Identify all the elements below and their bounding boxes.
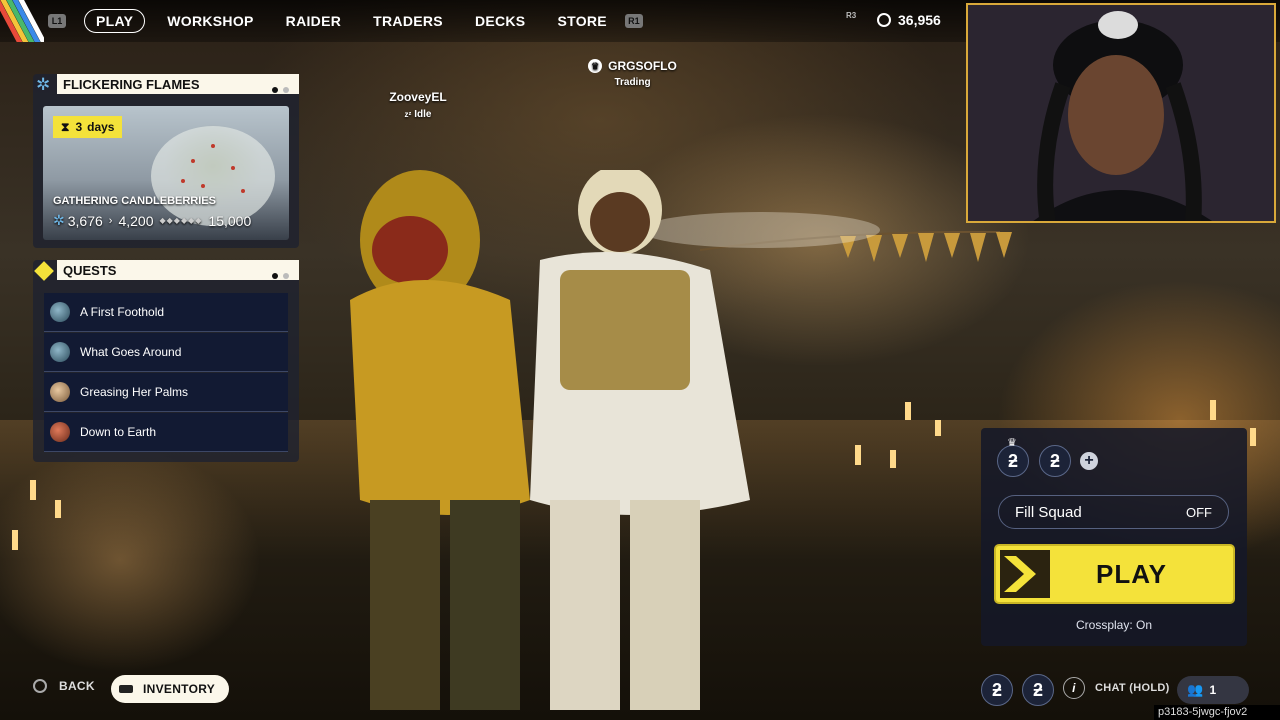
tab-workshop[interactable]: WORKSHOP xyxy=(167,13,253,29)
progress-current: 3,676 xyxy=(67,212,103,229)
tab-raider[interactable]: RAIDER xyxy=(286,13,341,29)
raider-emblem-icon: ƻ xyxy=(1049,450,1060,471)
days-count: 3 xyxy=(75,120,83,134)
raider-emblem-icon: ƻ xyxy=(1007,450,1018,471)
squad-member-slot[interactable]: ƻ xyxy=(1022,674,1054,706)
quest-item[interactable]: Greasing Her Palms xyxy=(44,373,288,412)
raider-emblem-icon: ƻ xyxy=(991,679,1002,700)
back-label: BACK xyxy=(59,679,95,693)
progress-max: 15,000 xyxy=(208,212,252,229)
quest-giver-avatar xyxy=(50,422,70,442)
crown-icon: ♛ xyxy=(1007,437,1017,449)
tab-store[interactable]: STORE xyxy=(557,13,606,29)
r3-button-hint: R3 xyxy=(846,11,857,20)
page-dots xyxy=(267,81,289,96)
fill-squad-label: Fill Squad xyxy=(1015,503,1082,521)
play-label: PLAY xyxy=(1096,558,1167,589)
event-title: FLICKERING FLAMES xyxy=(63,76,200,92)
progress-next: 4,200 xyxy=(118,212,154,229)
quest-item[interactable]: Down to Earth xyxy=(44,413,288,452)
squad-member-slot[interactable]: ƻ xyxy=(1039,445,1071,477)
player-status: Idle xyxy=(414,109,432,120)
raider-emblem-icon: ƻ xyxy=(1032,679,1043,700)
webcam-overlay xyxy=(966,3,1276,223)
gear-icon: ✲ xyxy=(36,75,51,94)
event-name: GATHERING CANDLEBERRIES xyxy=(53,195,216,207)
quest-giver-avatar xyxy=(50,302,70,322)
quest-giver-avatar xyxy=(50,342,70,362)
play-button[interactable]: PLAY xyxy=(996,546,1233,602)
tab-traders[interactable]: TRADERS xyxy=(373,13,443,29)
chevron-right-icon: › xyxy=(108,214,113,227)
back-button[interactable]: BACK xyxy=(33,679,95,693)
friends-count: 1 xyxy=(1209,683,1217,697)
l1-button-hint[interactable]: L1 xyxy=(48,14,66,28)
hourglass-icon: ⧗ xyxy=(61,119,70,134)
event-card[interactable]: ⧗ 3 days GATHERING CANDLEBERRIES ✲ 3,676… xyxy=(43,106,289,240)
quest-diamond-icon xyxy=(34,261,54,281)
inventory-button[interactable]: INVENTORY xyxy=(111,675,230,703)
tab-play[interactable]: PLAY xyxy=(84,9,146,33)
quests-panel: QUESTS A First Foothold What Goes Around… xyxy=(33,260,299,462)
squad-panel: ƻ ♛ ƻ + Fill Squad OFF PLAY Crossplay: O… xyxy=(981,428,1247,646)
chat-button[interactable]: i CHAT (HOLD) xyxy=(1063,677,1170,699)
sleep-icon: zᶻ xyxy=(404,110,412,119)
player-name: ZooveyEL xyxy=(389,90,447,104)
quest-label: Greasing Her Palms xyxy=(80,385,189,399)
coin-icon xyxy=(877,13,891,27)
chat-label: CHAT (HOLD) xyxy=(1095,682,1170,694)
streamer-video xyxy=(968,5,1274,221)
circle-button-icon xyxy=(33,679,47,693)
quest-item[interactable]: A First Foothold xyxy=(44,293,288,332)
add-squad-member-icon[interactable]: + xyxy=(1080,452,1098,470)
player-status: Trading xyxy=(614,77,651,88)
r1-button-hint[interactable]: R1 xyxy=(624,14,643,28)
crossplay-status: Crossplay: On xyxy=(1075,618,1153,632)
player-tag[interactable]: ZooveyEL zᶻ Idle xyxy=(378,90,458,120)
gear-icon: ✲ xyxy=(53,212,65,228)
squad-member-leader[interactable]: ƻ xyxy=(981,674,1013,706)
quest-giver-avatar xyxy=(50,382,70,402)
play-arrow-icon xyxy=(1000,550,1050,598)
inventory-label: INVENTORY xyxy=(143,682,216,696)
days-unit: days xyxy=(87,120,115,134)
fill-squad-value: OFF xyxy=(1186,504,1212,520)
player-name: GRGSOFLO xyxy=(608,59,677,73)
page-dots xyxy=(267,267,289,282)
currency-value: 36,956 xyxy=(898,12,941,28)
tab-decks[interactable]: DECKS xyxy=(475,13,526,29)
friends-button[interactable]: 👥 1 xyxy=(1177,676,1249,704)
quest-label: What Goes Around xyxy=(80,345,182,359)
fill-squad-toggle[interactable]: Fill Squad OFF xyxy=(998,495,1229,529)
timer-badge: ⧗ 3 days xyxy=(53,116,123,138)
quest-label: Down to Earth xyxy=(80,425,157,439)
info-icon: i xyxy=(1063,677,1085,699)
player-tag[interactable]: ♛ GRGSOFLO Trading xyxy=(585,59,680,88)
character-gold-suit xyxy=(350,170,750,710)
progress-dots: ◆◆◆◆◆◆ xyxy=(159,216,203,225)
quest-label: A First Foothold xyxy=(80,305,165,319)
crown-icon: ♛ xyxy=(588,59,603,73)
session-id: p3183-5jwgc-fjov2 xyxy=(1154,705,1280,720)
event-panel[interactable]: ✲ FLICKERING FLAMES ⧗ 3 days GATHERING C… xyxy=(33,74,299,248)
brand-stripes xyxy=(0,0,44,42)
event-progress: ✲ 3,676 › 4,200 ◆◆◆◆◆◆ 15,000 xyxy=(53,212,251,229)
squad-member-leader[interactable]: ƻ xyxy=(997,445,1029,477)
quest-item[interactable]: What Goes Around xyxy=(44,333,288,372)
friends-icon: 👥 xyxy=(1187,682,1204,697)
quests-title: QUESTS xyxy=(63,262,117,278)
touchpad-icon xyxy=(119,685,133,693)
